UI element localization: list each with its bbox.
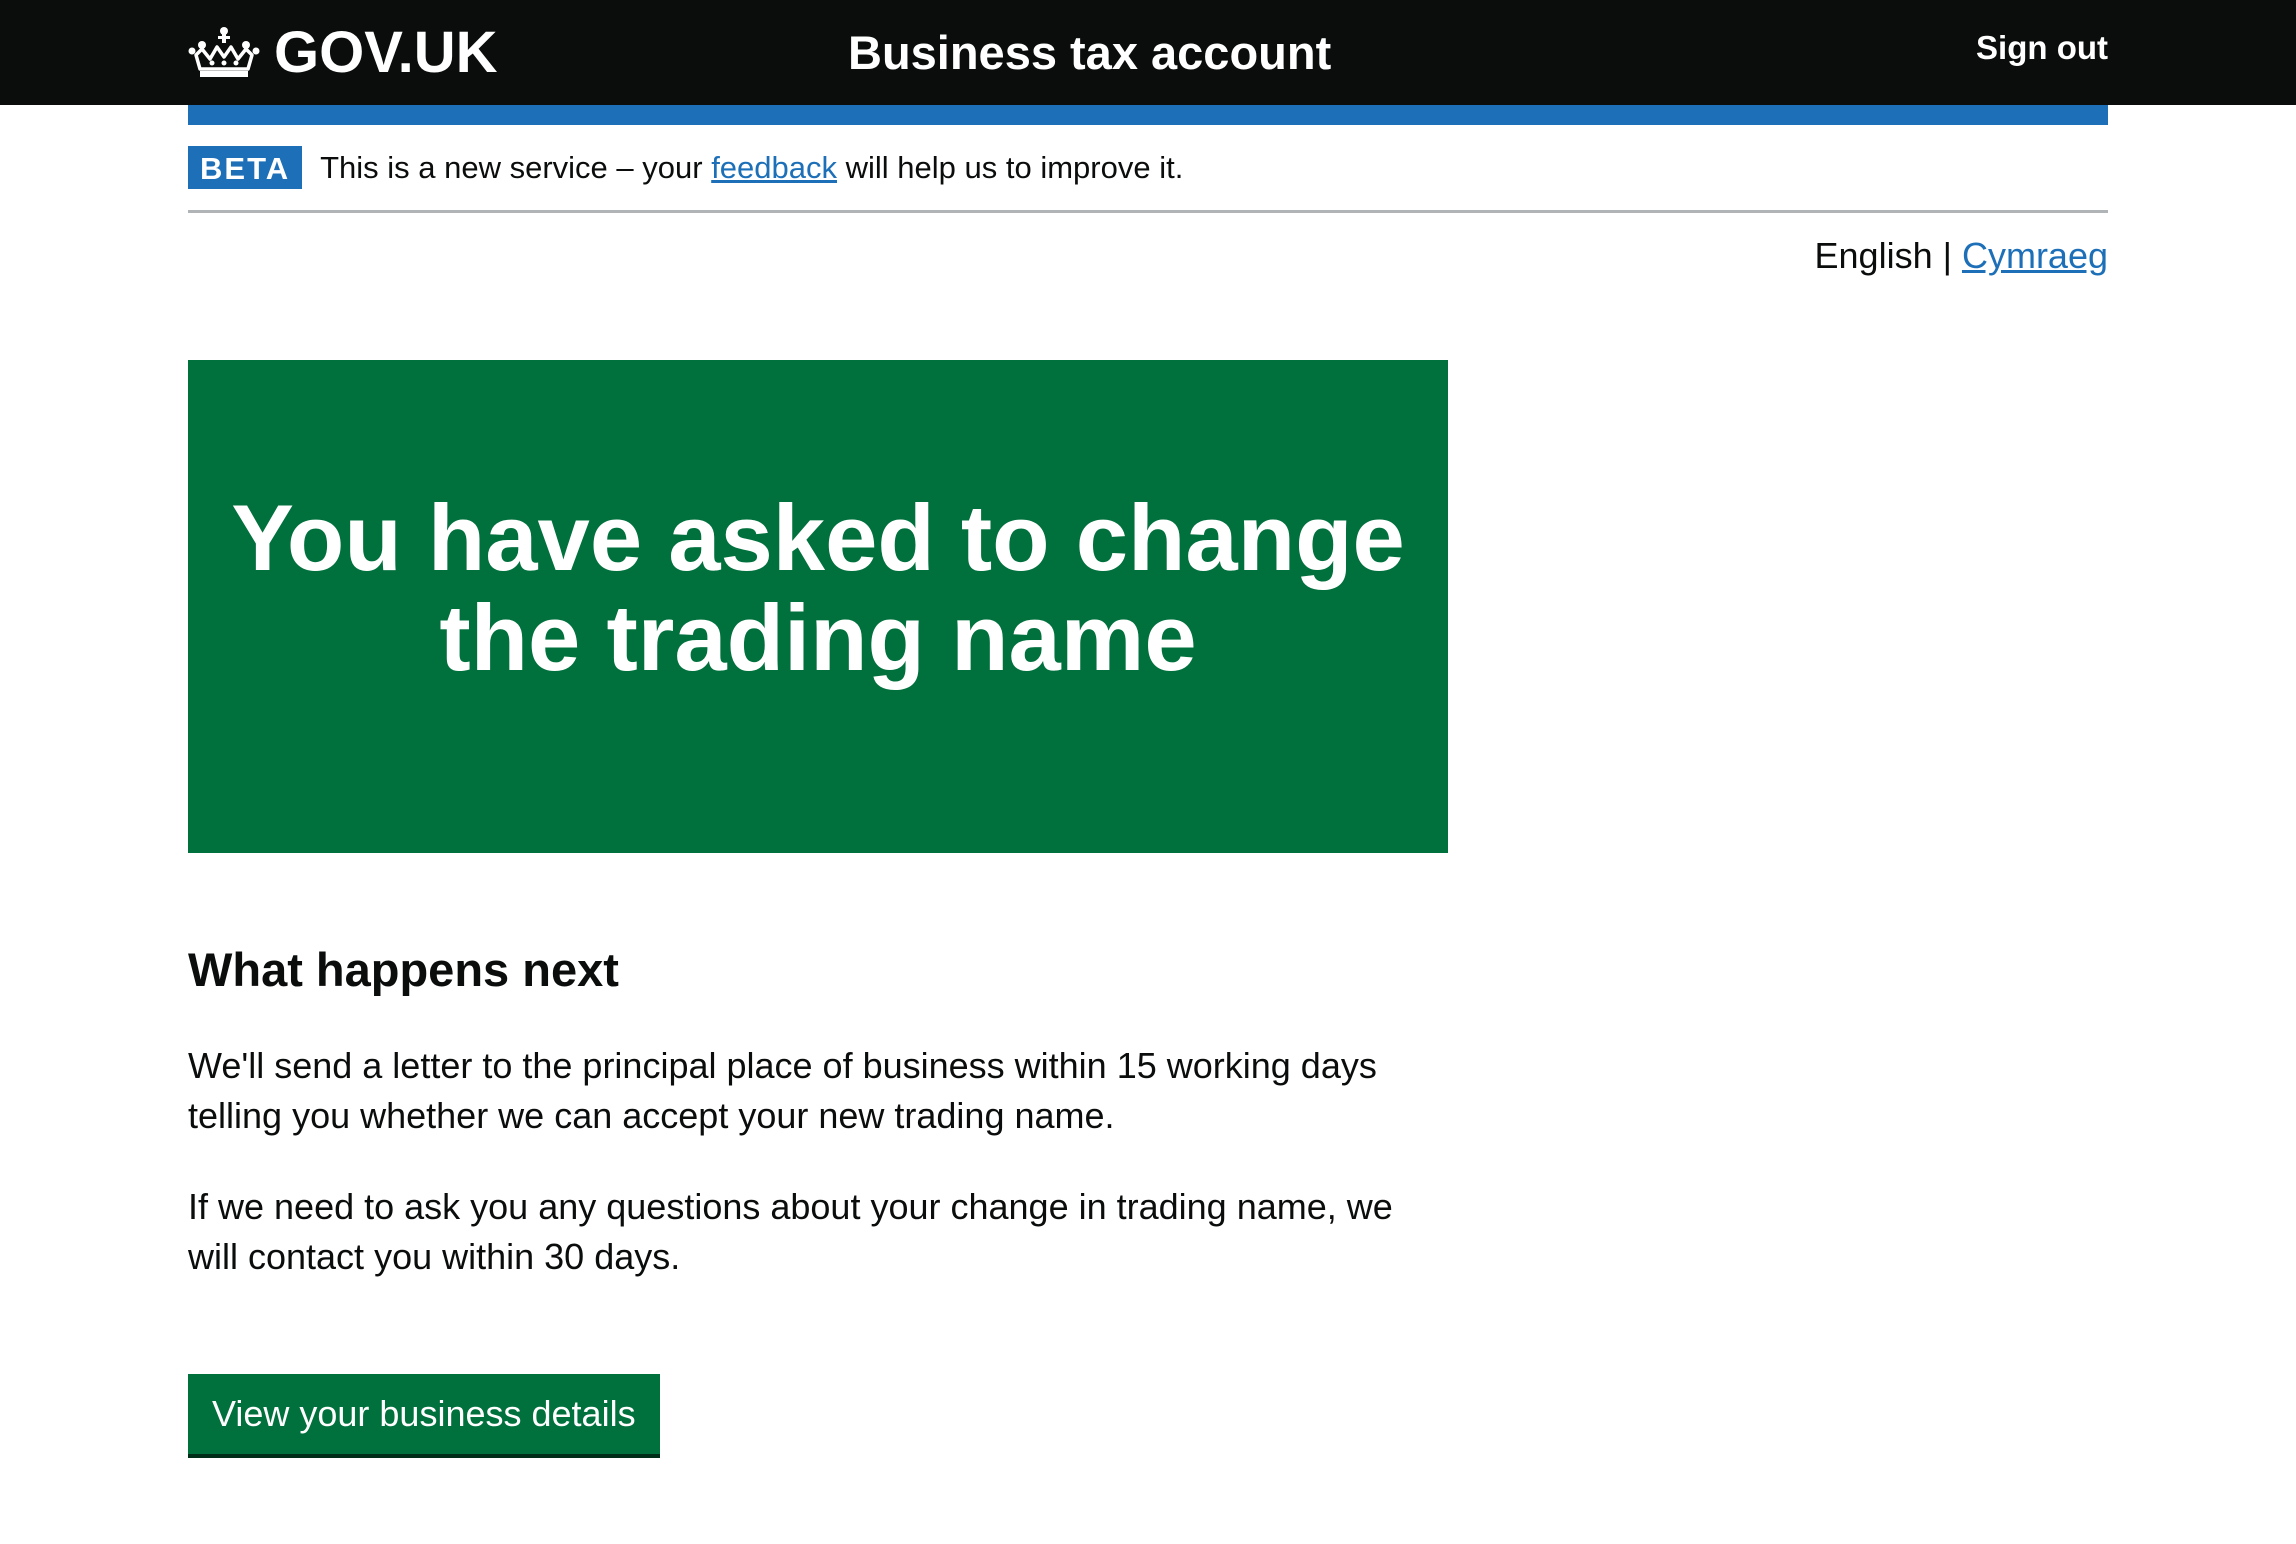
crown-icon (188, 27, 260, 77)
beta-tag: BETA (188, 146, 303, 189)
phase-text-before: This is a new service – your (320, 150, 712, 185)
feedback-link[interactable]: feedback (711, 150, 837, 185)
phase-banner-text: This is a new service – your feedback wi… (320, 146, 1183, 190)
paragraph-letter: We'll send a letter to the principal pla… (188, 1045, 1377, 1136)
phase-text-after: will help us to improve it. (837, 150, 1184, 185)
view-business-details-button[interactable]: View your business details (188, 1374, 660, 1454)
govuk-logo-link[interactable]: GOV.UK (188, 22, 497, 84)
language-current: English (1814, 235, 1933, 276)
site-header: GOV.UK Business tax account Sign out (0, 0, 2296, 105)
panel-title: You have asked to change the trading nam… (231, 485, 1405, 690)
language-cymraeg-link[interactable]: Cymraeg (1962, 235, 2108, 276)
language-separator: | (1932, 235, 1962, 276)
language-toggle: English | Cymraeg (1815, 228, 2108, 284)
service-name[interactable]: Business tax account (848, 22, 1331, 84)
header-blue-bar (188, 105, 2108, 125)
phase-banner: BETA This is a new service – your feedba… (188, 146, 2108, 213)
paragraph-contact: If we need to ask you any questions abou… (188, 1186, 1393, 1277)
confirmation-panel: You have asked to change the trading nam… (188, 360, 1448, 853)
sign-out-link[interactable]: Sign out (1976, 24, 2108, 72)
logo-text: GOV.UK (274, 20, 498, 85)
section-heading: What happens next (188, 943, 619, 996)
